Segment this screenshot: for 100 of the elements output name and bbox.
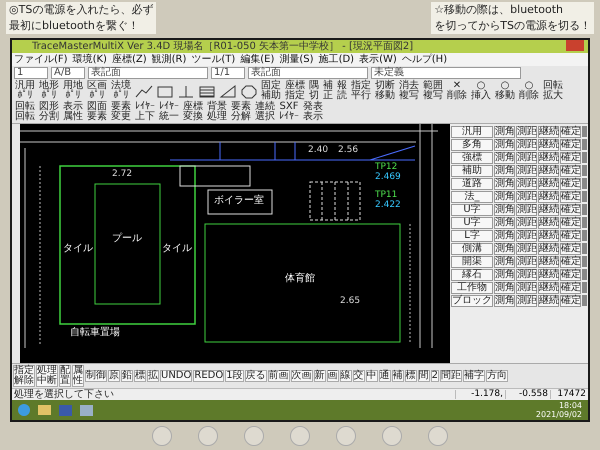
- menu-item[interactable]: 観測(R): [152, 54, 186, 64]
- survey-action-button[interactable]: 測角: [494, 164, 515, 176]
- menu-item[interactable]: 編集(E): [240, 54, 274, 64]
- toolbar-button[interactable]: 座標 指定: [284, 81, 306, 101]
- toolbar-button[interactable]: 鉛: [121, 370, 133, 382]
- survey-action-button[interactable]: 測距: [516, 294, 537, 306]
- hardware-button-icon[interactable]: [382, 426, 402, 446]
- toolbar-button[interactable]: 汎用 ﾎﾟﾘ: [14, 81, 36, 101]
- toolbar-button[interactable]: 画: [326, 370, 339, 382]
- toolbar-button[interactable]: 戻る: [244, 370, 267, 382]
- survey-action-button[interactable]: 継続: [538, 190, 559, 202]
- survey-type-button[interactable]: ブロック: [451, 294, 493, 306]
- hardware-button-icon[interactable]: [336, 426, 356, 446]
- survey-type-button[interactable]: 工作物: [451, 282, 493, 294]
- toolbar-button[interactable]: 指定 平行: [350, 81, 372, 101]
- cad-drawing-canvas[interactable]: TP12 2.469 TP11 2.422 プール タイル タイル ボイラー室 体育館 自転車置場 2.72 2.40 2.56 2.65: [20, 124, 450, 363]
- survey-action-button[interactable]: 確定: [560, 204, 581, 216]
- survey-action-button[interactable]: 継続: [538, 268, 559, 280]
- hardware-button-icon[interactable]: [290, 426, 310, 446]
- survey-action-button[interactable]: 確定: [560, 164, 581, 176]
- survey-action-button[interactable]: 測距: [516, 204, 537, 216]
- survey-type-button[interactable]: L字: [451, 230, 493, 242]
- toolbar-button[interactable]: 回転 回転: [14, 102, 36, 122]
- survey-action-button[interactable]: 継続: [538, 294, 559, 306]
- triangle-tool-icon[interactable]: [218, 84, 236, 98]
- menu-item[interactable]: ヘルプ(H): [402, 54, 448, 64]
- octagon-tool-icon[interactable]: [240, 84, 258, 98]
- survey-action-button[interactable]: 確定: [560, 178, 581, 190]
- toolbar-button[interactable]: 原: [108, 370, 120, 382]
- toolbar-button[interactable]: 座標 変換: [182, 102, 204, 122]
- toolbar-button[interactable]: 処理 中断: [36, 365, 58, 387]
- hardware-button-icon[interactable]: [198, 426, 218, 446]
- app-icon[interactable]: [59, 404, 72, 416]
- dropdown-field[interactable]: 1: [14, 67, 48, 79]
- toolbar-button[interactable]: 地形 ﾎﾟﾘ: [38, 81, 60, 101]
- toolbar-button[interactable]: 中: [366, 370, 378, 382]
- toolbar-button[interactable]: 新: [314, 370, 326, 382]
- toolbar-button[interactable]: 要素 分解: [230, 102, 252, 122]
- toolbar-button[interactable]: 切断 移動: [374, 81, 396, 101]
- toolbar-button[interactable]: 交: [352, 370, 365, 382]
- survey-action-button[interactable]: 測角: [494, 138, 515, 150]
- survey-type-button[interactable]: U字: [451, 216, 493, 228]
- survey-action-button[interactable]: 測角: [494, 204, 515, 216]
- toolbar-button[interactable]: 補字: [462, 370, 485, 382]
- toolbar-button[interactable]: 前画: [268, 370, 290, 382]
- toolbar-button[interactable]: REDO: [193, 370, 224, 382]
- survey-action-button[interactable]: 測距: [516, 230, 537, 242]
- survey-action-button[interactable]: 確定: [560, 126, 581, 138]
- survey-type-button[interactable]: U字: [451, 204, 493, 216]
- survey-action-button[interactable]: 測角: [494, 152, 515, 164]
- toolbar-button[interactable]: 区画 ﾎﾟﾘ: [86, 81, 108, 101]
- survey-action-button[interactable]: 測距: [516, 178, 537, 190]
- survey-type-button[interactable]: 道路: [451, 178, 493, 190]
- survey-action-button[interactable]: 測角: [494, 268, 515, 280]
- close-button[interactable]: [566, 40, 584, 51]
- toolbar-button[interactable]: 範囲 複写: [422, 81, 444, 101]
- survey-action-button[interactable]: 測角: [494, 230, 515, 242]
- survey-action-button[interactable]: 継続: [538, 204, 559, 216]
- survey-action-button[interactable]: 確定: [560, 138, 581, 150]
- toolbar-button[interactable]: 間: [418, 370, 430, 382]
- toolbar-button[interactable]: 標: [134, 370, 146, 382]
- rect-tool-icon[interactable]: [156, 84, 174, 98]
- survey-action-button[interactable]: 確定: [560, 230, 581, 242]
- toolbar-button[interactable]: ○ 削除: [518, 81, 540, 101]
- toolbar-button[interactable]: 連続 選択: [254, 102, 276, 122]
- polyline-tool-icon[interactable]: [134, 84, 152, 98]
- survey-action-button[interactable]: 測角: [494, 126, 515, 138]
- survey-action-button[interactable]: 確定: [560, 268, 581, 280]
- survey-action-button[interactable]: 確定: [560, 152, 581, 164]
- hardware-button-icon[interactable]: [244, 426, 264, 446]
- menu-item[interactable]: 表示(W): [359, 54, 397, 64]
- toolbar-button[interactable]: 法境 ﾎﾟﾘ: [110, 81, 132, 101]
- survey-action-button[interactable]: 測距: [516, 164, 537, 176]
- survey-action-button[interactable]: 継続: [538, 242, 559, 254]
- survey-action-button[interactable]: 測距: [516, 216, 537, 228]
- toolbar-button[interactable]: 発表 表示: [302, 102, 324, 122]
- survey-action-button[interactable]: 継続: [538, 282, 559, 294]
- dropdown-field[interactable]: 表記面: [248, 67, 368, 79]
- menu-item[interactable]: ツール(T): [191, 54, 236, 64]
- toolbar-button[interactable]: 間距: [440, 370, 462, 382]
- toolbar-button[interactable]: 指定 解除: [13, 365, 35, 387]
- dropdown-field[interactable]: 未定義: [371, 67, 521, 79]
- app-icon[interactable]: [80, 404, 93, 416]
- hardware-button-icon[interactable]: [428, 426, 448, 446]
- toolbar-button[interactable]: 隅 切: [308, 81, 320, 101]
- dropdown-field[interactable]: A/B: [51, 67, 85, 79]
- menu-item[interactable]: 測量(S): [279, 54, 314, 64]
- survey-action-button[interactable]: 測距: [516, 190, 537, 202]
- survey-type-button[interactable]: 補助: [451, 164, 493, 176]
- survey-type-button[interactable]: 汎用: [451, 126, 493, 138]
- dropdown-field[interactable]: 表記面: [88, 67, 208, 79]
- survey-action-button[interactable]: 確定: [560, 216, 581, 228]
- survey-type-button[interactable]: 側溝: [451, 242, 493, 254]
- menu-item[interactable]: ファイル(F): [14, 54, 68, 64]
- survey-action-button[interactable]: 測角: [494, 190, 515, 202]
- hardware-button-icon[interactable]: [152, 426, 172, 446]
- survey-action-button[interactable]: 継続: [538, 230, 559, 242]
- toolbar-button[interactable]: 補: [392, 370, 404, 382]
- survey-action-button[interactable]: 確定: [560, 282, 581, 294]
- survey-type-button[interactable]: 強標: [451, 152, 493, 164]
